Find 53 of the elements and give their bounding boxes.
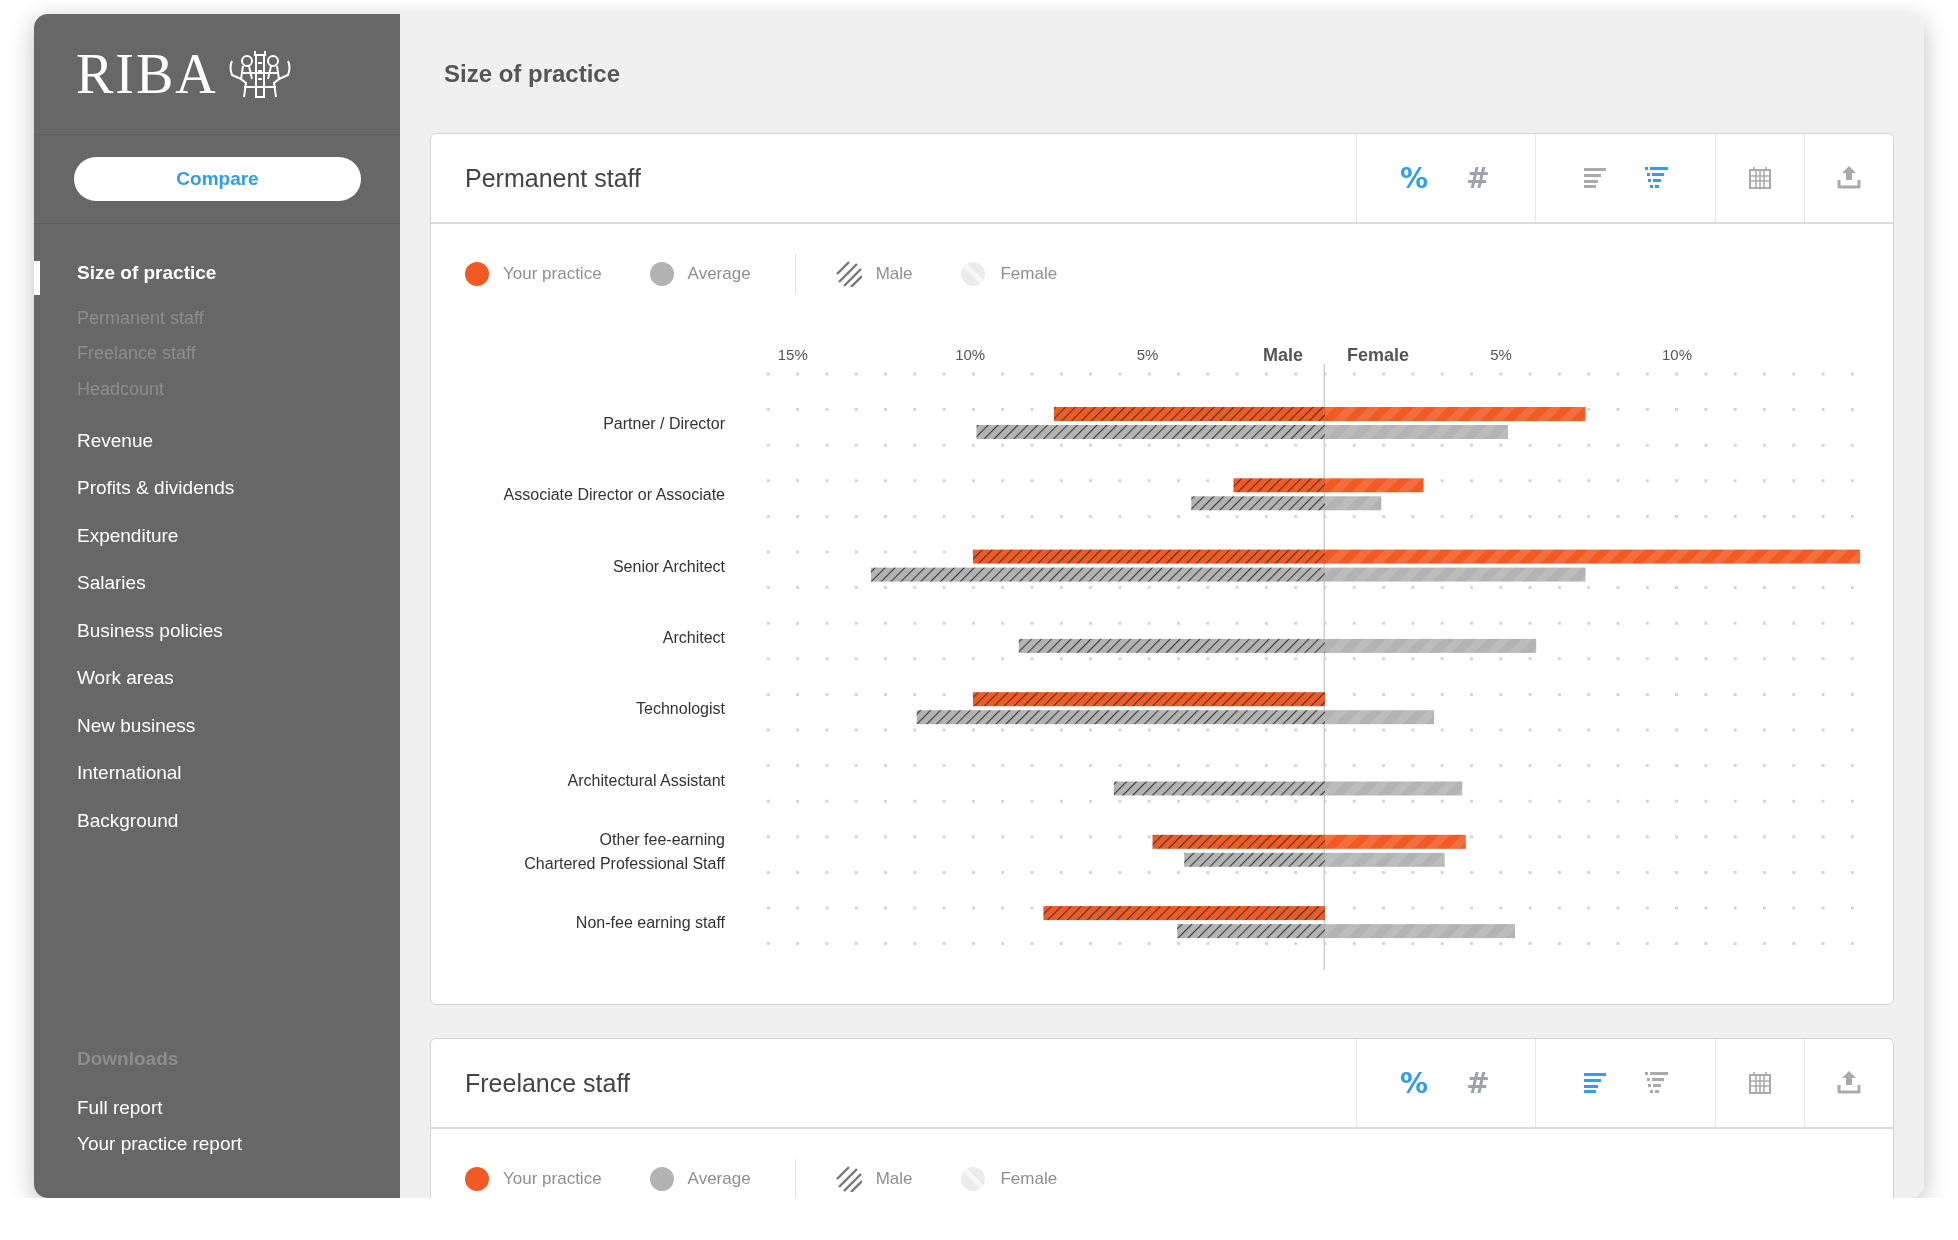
nav-item[interactable]: Expenditure	[34, 512, 400, 560]
legend-label: Male	[875, 264, 913, 284]
hatch-swatch-icon	[835, 1166, 862, 1192]
category-label: Architectural Assistant	[567, 771, 725, 789]
download-link[interactable]: Your practice report	[77, 1126, 400, 1162]
upload-icon	[1837, 166, 1861, 190]
panel-title: Permanent staff	[464, 162, 643, 194]
legend-label: Female	[1000, 264, 1058, 284]
nav-item[interactable]: New business	[34, 702, 400, 750]
calendar-icon	[1749, 1072, 1771, 1094]
upload-icon	[1837, 1071, 1861, 1095]
category-label: Associate Director or Associate	[503, 486, 725, 504]
legend-label: Average	[687, 1169, 751, 1189]
hatch-swatch-icon	[835, 261, 862, 287]
axis-tick-label: 5%	[1490, 346, 1512, 363]
grouped-bars-icon	[1645, 1072, 1668, 1094]
unit-toggle[interactable]: %	[1397, 161, 1431, 195]
grouped-bars-icon	[1645, 167, 1668, 189]
legend-label: Your practice	[503, 1169, 602, 1189]
nav-item[interactable]: Revenue	[34, 417, 400, 465]
compare-button[interactable]: Compare	[74, 157, 361, 201]
axis-title: Male	[1262, 345, 1303, 365]
crest-drawing	[227, 49, 292, 99]
legend-label: Average	[687, 264, 751, 284]
logo: RIBA	[76, 42, 218, 106]
axis-title: Female	[1347, 345, 1409, 365]
category-label: Non-fee earning staff	[575, 914, 725, 932]
download-link[interactable]: Full report	[77, 1090, 400, 1126]
category-label: Partner / Director	[603, 415, 725, 432]
sort-bars-icon	[1583, 1073, 1606, 1093]
legend-label: Your practice	[503, 264, 602, 284]
panel-title: Freelance staff	[464, 1067, 631, 1099]
nav-item[interactable]: Size of practice	[34, 249, 400, 297]
nav-item[interactable]: Work areas	[34, 654, 400, 702]
nav-item[interactable]: Salaries	[34, 559, 400, 607]
axis-tick-label: 10%	[955, 346, 986, 363]
sort-bars-icon	[1583, 168, 1606, 188]
category-label: Other fee-earning Chartered Professional Staff	[524, 830, 725, 872]
legend-label: Female	[1000, 1169, 1058, 1189]
category-label: Senior Architect	[612, 557, 725, 575]
nav-item[interactable]: International	[34, 749, 400, 797]
legend-label: Male	[875, 1169, 913, 1189]
nav-item[interactable]: Background	[34, 797, 400, 845]
page-title: Size of practice	[443, 58, 622, 89]
category-label: Architect	[662, 628, 725, 646]
axis-tick-label: 5%	[1136, 346, 1159, 363]
calendar-icon	[1749, 167, 1771, 189]
axis-tick-label: 10%	[1662, 346, 1692, 363]
axis-tick-label: 15%	[777, 346, 808, 363]
unit-toggle[interactable]: %	[1397, 1066, 1431, 1100]
nav-item[interactable]: Business policies	[34, 607, 400, 655]
nav-item[interactable]: Profits & dividends	[34, 464, 400, 512]
category-label: Technologist	[636, 700, 725, 718]
